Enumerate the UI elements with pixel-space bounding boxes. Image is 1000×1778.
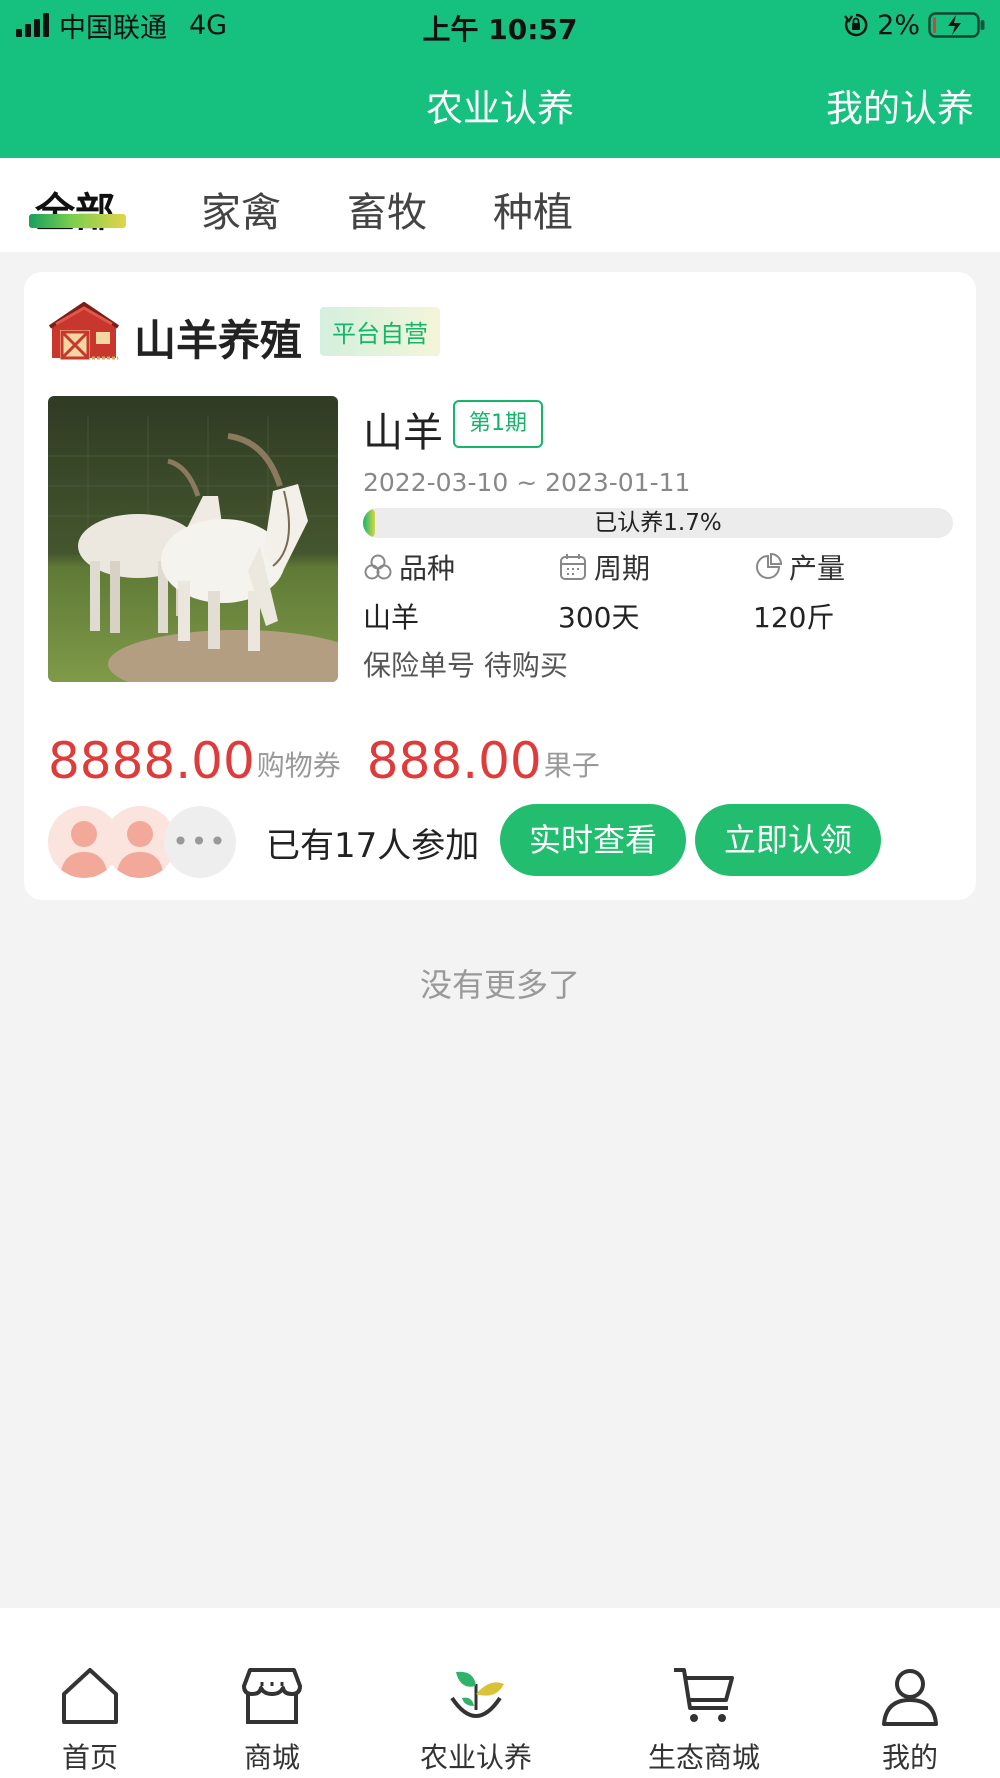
store-icon — [242, 1668, 302, 1724]
adoption-card[interactable]: 山羊养殖 平台自营 山羊 第1期 2022-03-10 ~ 2023-01-11… — [24, 272, 976, 900]
yield-value: 120斤 — [753, 601, 835, 634]
fruit-unit: 果子 — [543, 749, 600, 782]
tab-planting[interactable]: 种植 — [493, 180, 573, 238]
bottom-nav: 首页 商城 农业认养 生态商城 我的 — [0, 1608, 1000, 1778]
participant-count: 已有17人参加 — [266, 826, 480, 866]
adoption-progress-bar: 已认养1.7% — [363, 508, 953, 538]
progress-label: 已认养1.7% — [594, 510, 722, 536]
coupon-price: 8888.00 — [48, 732, 255, 790]
cycle-label-text: 周期 — [594, 552, 651, 585]
cycle-label: 周期 — [558, 547, 650, 587]
variety-value: 山羊 — [363, 601, 420, 634]
more-avatars-icon: ••• — [164, 806, 236, 878]
nav-home[interactable]: 首页 — [10, 1660, 170, 1776]
nav-eco-store-label: 生态商城 — [647, 1741, 760, 1774]
category-tabs: 全部 家禽 畜牧 种植 — [0, 158, 1000, 252]
nav-eco-store[interactable]: 生态商城 — [624, 1660, 784, 1776]
battery-charging-icon — [928, 12, 985, 38]
coupon-unit: 购物券 — [256, 749, 341, 782]
cycle-value: 300天 — [558, 601, 640, 634]
adopt-now-button[interactable]: 立即认领 — [695, 804, 881, 876]
nav-store[interactable]: 商城 — [192, 1660, 352, 1776]
variety-label-text: 品种 — [399, 552, 456, 585]
status-right: 2% — [843, 8, 986, 42]
nav-me[interactable]: 我的 — [830, 1660, 990, 1776]
date-range: 2022-03-10 ~ 2023-01-11 — [363, 468, 691, 497]
status-bar: 中国联通 4G 上午 10:57 2% — [0, 0, 1000, 50]
calendar-icon — [560, 554, 586, 580]
app-header: 中国联通 4G 上午 10:57 2% 农业认养 我的认养 — [0, 0, 1000, 158]
variety-label: 品种 — [363, 547, 455, 587]
tab-poultry[interactable]: 家禽 — [201, 180, 281, 238]
pie-chart-icon — [756, 552, 783, 579]
nav-store-label: 商城 — [243, 1741, 300, 1774]
no-more-text: 没有更多了 — [419, 966, 580, 1004]
rotation-lock-icon — [844, 13, 868, 37]
price-row: 8888.00 购物券 888.00 果子 — [48, 736, 600, 786]
fruit-price: 888.00 — [366, 732, 542, 790]
home-icon — [62, 1668, 118, 1724]
live-view-button[interactable]: 实时查看 — [500, 804, 686, 876]
tab-livestock[interactable]: 畜牧 — [347, 180, 427, 238]
tab-all[interactable]: 全部 — [35, 180, 115, 238]
cart-icon — [674, 1668, 734, 1722]
yield-label-text: 产量 — [789, 552, 846, 585]
product-name: 山羊 — [363, 410, 443, 456]
period-badge: 第1期 — [453, 400, 543, 448]
my-adoption-link[interactable]: 我的认养 — [826, 78, 974, 132]
farm-name: 山羊养殖 — [134, 316, 303, 365]
participant-avatars: ••• — [48, 806, 248, 878]
self-operated-badge: 平台自营 — [320, 307, 440, 356]
sprout-icon — [450, 1671, 504, 1718]
nav-me-label: 我的 — [881, 1741, 938, 1774]
battery-percent: 2% — [877, 9, 920, 41]
variety-icon — [364, 554, 392, 580]
nav-adoption-label: 农业认养 — [419, 1741, 532, 1774]
nav-adoption[interactable]: 农业认养 — [396, 1660, 556, 1776]
active-tab-indicator — [29, 214, 126, 228]
yield-label: 产量 — [753, 547, 845, 587]
goat-photo — [48, 396, 338, 682]
barn-icon — [48, 302, 120, 360]
nav-home-label: 首页 — [61, 1741, 118, 1774]
user-icon — [882, 1669, 938, 1726]
insurance-number: 保险单号 待购买 — [363, 649, 568, 682]
